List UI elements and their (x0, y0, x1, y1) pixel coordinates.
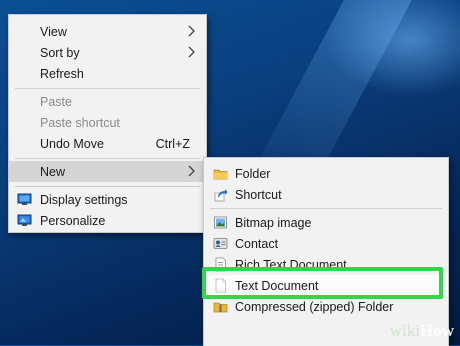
menu-separator (15, 186, 200, 187)
submenu-item-label: Shortcut (235, 188, 282, 202)
menu-separator (15, 158, 200, 159)
chevron-right-icon (188, 25, 195, 37)
submenu-item-label: Rich Text Document (235, 258, 347, 272)
submenu-item-label: Contact (235, 237, 279, 251)
submenu-item-label: Compressed (zipped) Folder (235, 300, 394, 314)
new-submenu: Folder Shortcut Bitmap image Contact Ric… (203, 157, 449, 346)
contact-icon (213, 238, 228, 249)
menu-item-label: Personalize (40, 214, 106, 228)
menu-item-paste[interactable]: Paste (9, 91, 206, 112)
menu-item-label: View (40, 25, 67, 39)
menu-item-label: Undo Move (40, 137, 104, 151)
menu-item-label: Paste shortcut (40, 116, 120, 130)
display-settings-icon (17, 193, 32, 205)
submenu-item-shortcut[interactable]: Shortcut (204, 184, 448, 205)
submenu-item-folder[interactable]: Folder (204, 163, 448, 184)
watermark-suffix: How (420, 321, 454, 340)
menu-item-label: Paste (40, 95, 72, 109)
menu-item-label: Display settings (40, 193, 128, 207)
menu-item-shortcut: Ctrl+Z (155, 137, 190, 151)
menu-item-refresh[interactable]: Refresh (9, 63, 206, 84)
menu-item-view[interactable]: View (9, 21, 206, 42)
zip-folder-icon (213, 302, 228, 313)
menu-item-display-settings[interactable]: Display settings (9, 189, 206, 210)
menu-separator (15, 88, 200, 89)
menu-item-new[interactable]: New (9, 161, 206, 182)
bitmap-image-icon (214, 216, 227, 229)
submenu-item-bitmap-image[interactable]: Bitmap image (204, 212, 448, 233)
text-document-icon (215, 278, 226, 293)
menu-item-label: Sort by (40, 46, 80, 60)
desktop-context-menu: View Sort by Refresh Paste Paste shortcu… (8, 14, 207, 233)
submenu-item-compressed-folder[interactable]: Compressed (zipped) Folder (204, 296, 448, 317)
submenu-item-rich-text-document[interactable]: Rich Text Document (204, 254, 448, 275)
submenu-item-label: Bitmap image (235, 216, 312, 230)
menu-item-sort-by[interactable]: Sort by (9, 42, 206, 63)
submenu-item-label: Text Document (235, 279, 319, 293)
menu-item-personalize[interactable]: Personalize (9, 210, 206, 231)
folder-icon (213, 169, 228, 180)
rich-text-document-icon (215, 257, 226, 272)
menu-item-undo-move[interactable]: Undo Move Ctrl+Z (9, 133, 206, 154)
menu-separator (210, 208, 442, 209)
submenu-item-label: Folder (235, 167, 271, 181)
menu-item-paste-shortcut[interactable]: Paste shortcut (9, 112, 206, 133)
submenu-item-contact[interactable]: Contact (204, 233, 448, 254)
menu-item-label: Refresh (40, 67, 84, 81)
personalize-icon (17, 214, 32, 226)
submenu-item-text-document[interactable]: Text Document (204, 275, 448, 296)
chevron-right-icon (188, 165, 195, 177)
shortcut-icon (214, 189, 228, 202)
watermark-prefix: wiki (389, 321, 420, 340)
wikihow-watermark: wikiHow (390, 321, 454, 341)
menu-item-label: New (40, 165, 66, 179)
chevron-right-icon (188, 46, 195, 58)
